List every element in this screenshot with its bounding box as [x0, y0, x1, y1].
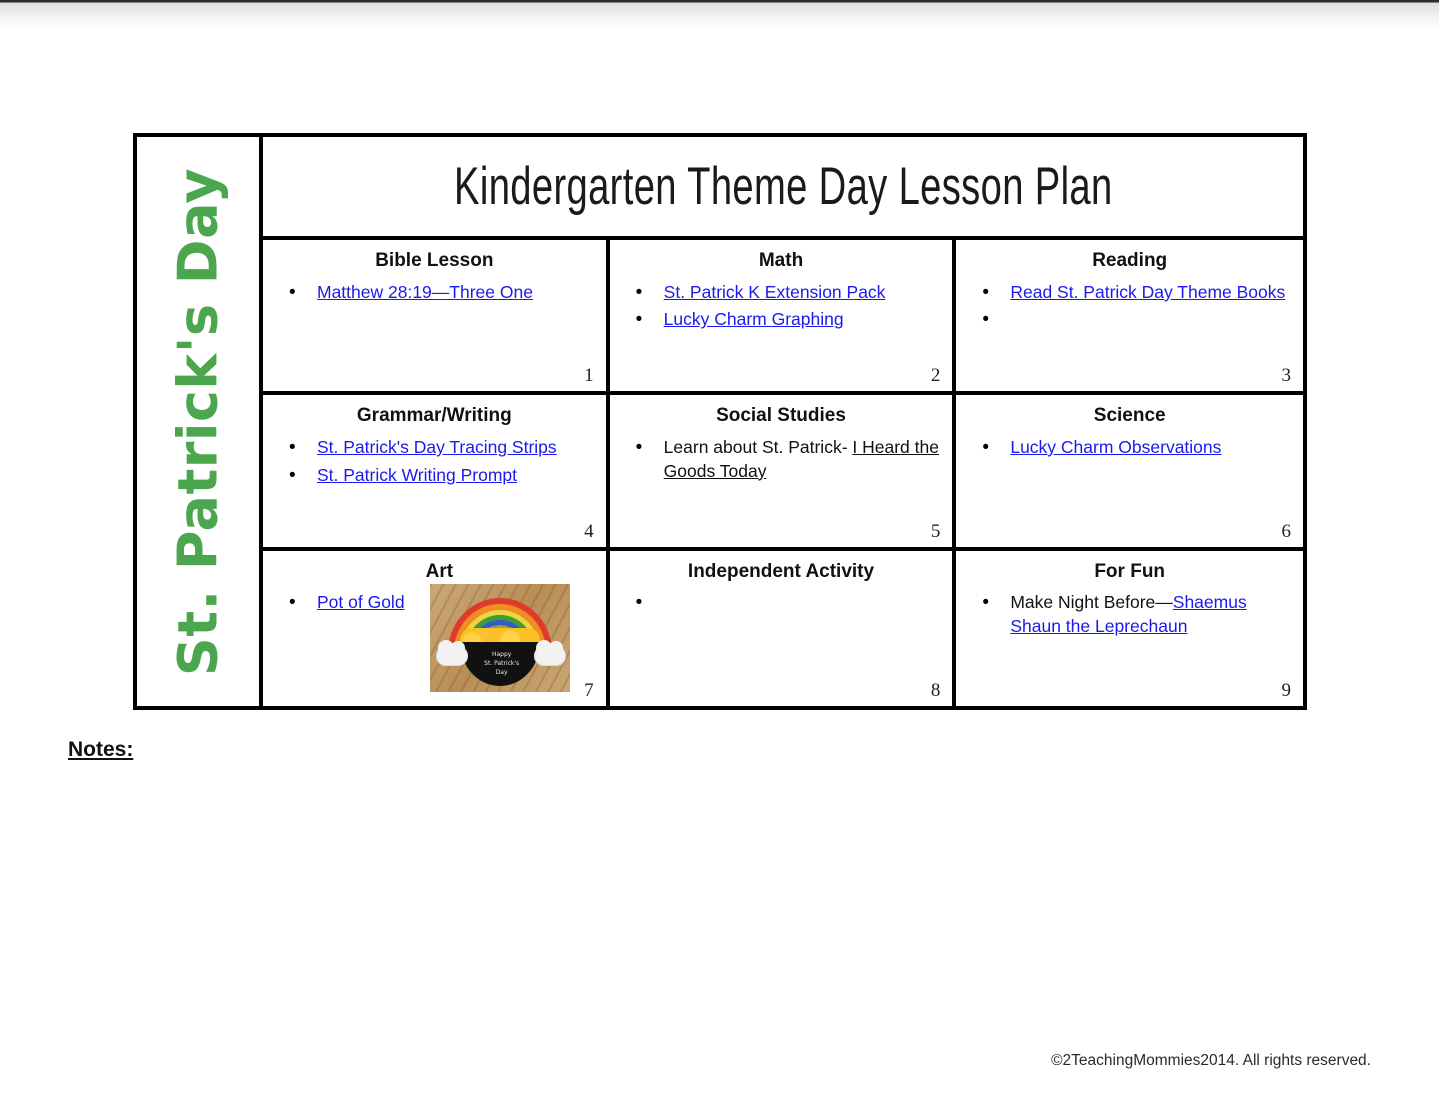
grid-row: Grammar/Writing St. Patrick's Day Tracin…	[263, 395, 1303, 551]
pot-caption-line-3: Day	[495, 668, 508, 676]
cell-number: 4	[584, 520, 594, 542]
cell-number: 3	[1281, 365, 1292, 387]
cell-item-list: Matthew 28:19—Three One	[273, 280, 596, 306]
subject-cell-grammar-writing[interactable]: Grammar/Writing St. Patrick's Day Tracin…	[263, 395, 610, 547]
cell-item-list: St. Patrick K Extension Pack Lucky Charm…	[620, 280, 943, 333]
table-body: Kindergarten Theme Day Lesson Plan Bible…	[263, 137, 1303, 706]
pot-caption-line-2: St. Patrick's	[484, 659, 520, 667]
subject-cell-math[interactable]: Math St. Patrick K Extension Pack Lucky …	[610, 240, 957, 392]
cell-number: 8	[930, 679, 941, 701]
subject-cell-reading[interactable]: Reading Read St. Patrick Day Theme Books…	[956, 240, 1303, 391]
list-item-empty	[628, 590, 943, 616]
subject-cell-bible-lesson[interactable]: Bible Lesson Matthew 28:19—Three One 1	[263, 240, 610, 392]
cloud-right-icon	[533, 639, 566, 666]
link-st-patrick-writing-prompt[interactable]: St. Patrick Writing Prompt	[317, 465, 517, 485]
cell-item-list: Lucky Charm Observations	[966, 435, 1293, 461]
empty-item-text	[664, 592, 669, 612]
list-item: Lucky Charm Observations	[974, 435, 1293, 461]
cell-number: 1	[584, 365, 594, 387]
lesson-plan-table: St. Patrick's Day Kindergarten Theme Day…	[133, 133, 1307, 710]
list-item-empty	[974, 307, 1293, 333]
list-item: Read St. Patrick Day Theme Books	[974, 280, 1293, 306]
link-pot-of-gold[interactable]: Pot of Gold	[317, 592, 405, 612]
link-lucky-charm-graphing[interactable]: Lucky Charm Graphing	[664, 309, 844, 329]
cell-item-list: Learn about St. Patrick- I Heard the Goo…	[620, 435, 943, 483]
subject-grid: Bible Lesson Matthew 28:19—Three One 1 M…	[263, 240, 1303, 706]
link-st-patrick-k-extension-pack[interactable]: St. Patrick K Extension Pack	[664, 282, 886, 302]
cloud-left-icon	[435, 639, 468, 666]
subject-cell-science[interactable]: Science Lucky Charm Observations 6	[956, 395, 1303, 546]
cell-title: For Fun	[1094, 560, 1166, 582]
cell-item-list: Read St. Patrick Day Theme Books	[966, 280, 1293, 333]
vertical-title-cell: St. Patrick's Day	[137, 137, 263, 706]
pot-caption: Happy St. Patrick's Day	[474, 650, 530, 677]
cell-item-list	[620, 590, 943, 616]
pot-of-gold-craft-image: Happy St. Patrick's Day	[429, 583, 570, 692]
notes-label: Notes:	[68, 738, 134, 761]
cell-title: Bible Lesson	[375, 250, 494, 271]
page-title: Kindergarten Theme Day Lesson Plan	[453, 157, 1113, 216]
copyright-footer: ©2TeachingMommies2014. All rights reserv…	[1051, 1052, 1371, 1069]
cell-title: Grammar/Writing	[356, 405, 512, 427]
cell-title: Math	[758, 250, 804, 271]
for-fun-lead-text: Make Night Before—	[1010, 592, 1173, 613]
cell-number: 6	[1281, 520, 1292, 542]
link-st-patricks-day-tracing-strips[interactable]: St. Patrick's Day Tracing Strips	[317, 437, 557, 457]
social-studies-lead-text: Learn about St. Patrick-	[663, 437, 853, 458]
cell-number: 7	[584, 679, 594, 701]
grid-row: Art Pot of Gold	[263, 550, 1303, 706]
cell-title: Art	[425, 560, 454, 582]
pot-caption-line-1: Happy	[491, 650, 512, 658]
cell-title: Science	[1093, 405, 1166, 427]
subject-cell-art[interactable]: Art Pot of Gold	[263, 550, 610, 706]
subject-cell-for-fun[interactable]: For Fun Make Night Before—Shaemus Shaun …	[956, 551, 1303, 706]
link-lucky-charm-observations[interactable]: Lucky Charm Observations	[1010, 437, 1221, 457]
subject-cell-social-studies[interactable]: Social Studies Learn about St. Patrick- …	[610, 395, 957, 547]
list-item: Learn about St. Patrick- I Heard the Goo…	[628, 435, 943, 483]
link-read-st-patrick-day-theme-books[interactable]: Read St. Patrick Day Theme Books	[1010, 282, 1285, 302]
cell-item-list: Make Night Before—Shaemus Shaun the Lepr…	[966, 590, 1293, 638]
cell-title: Independent Activity	[687, 560, 875, 582]
list-item: St. Patrick Writing Prompt	[281, 462, 596, 488]
cell-number: 5	[930, 520, 941, 542]
cell-title: Reading	[1092, 250, 1168, 271]
cell-title: Social Studies	[716, 405, 846, 427]
list-item: Matthew 28:19—Three One	[281, 280, 596, 306]
subject-cell-independent-activity[interactable]: Independent Activity 8	[610, 550, 957, 706]
list-item: Make Night Before—Shaemus Shaun the Lepr…	[974, 590, 1293, 638]
cell-item-list: St. Patrick's Day Tracing Strips St. Pat…	[273, 435, 596, 488]
lesson-plan-page: St. Patrick's Day Kindergarten Theme Day…	[0, 0, 1439, 1108]
empty-item-text	[1010, 309, 1015, 329]
list-item: St. Patrick K Extension Pack	[628, 280, 943, 306]
cell-number: 9	[1281, 679, 1292, 701]
link-matthew-28-19[interactable]: Matthew 28:19—Three One	[317, 282, 533, 302]
list-item: Lucky Charm Graphing	[628, 307, 943, 333]
cell-number: 2	[930, 365, 941, 387]
title-row: Kindergarten Theme Day Lesson Plan	[263, 137, 1303, 240]
grid-row: Bible Lesson Matthew 28:19—Three One 1 M…	[263, 240, 1303, 396]
vertical-theme-title: St. Patrick's Day	[166, 167, 230, 676]
list-item: St. Patrick's Day Tracing Strips	[281, 435, 596, 461]
